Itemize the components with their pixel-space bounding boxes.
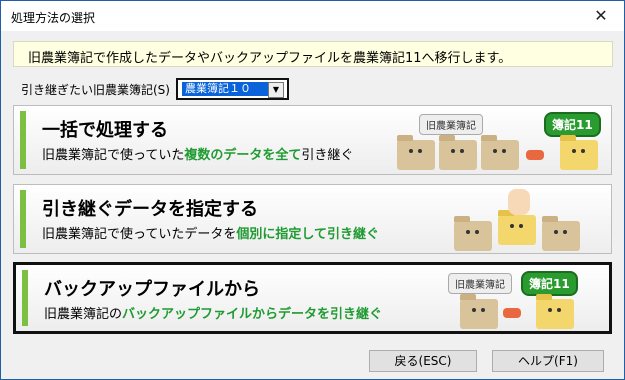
desc-highlight: 複数のデータを全て — [184, 148, 302, 163]
folder-icon — [542, 216, 580, 251]
option-description: 旧農業簿記で使っていた複数のデータを全て引き継ぐ — [42, 144, 353, 163]
option-title: 引き継ぐデータを指定する — [42, 199, 258, 220]
folder-icon — [481, 135, 519, 170]
folder-icon — [460, 294, 498, 329]
info-text: 旧農業簿記で作成したデータやバックアップファイルを農業簿記11へ移行します。 — [28, 51, 512, 66]
folder-icon — [560, 135, 598, 170]
desc-text: 旧農業簿記で使っていた — [42, 148, 185, 163]
version-select[interactable]: 農業簿記１０ ▼ — [176, 78, 289, 100]
desc-highlight: バックアップファイルからデータを引き継ぐ — [122, 307, 383, 322]
new-software-tag: 簿記11 — [544, 112, 601, 137]
old-software-tag: 旧農業簿記 — [448, 273, 512, 294]
accent-bar — [22, 270, 28, 326]
accent-bar — [20, 111, 26, 169]
option-title: 一括で処理する — [42, 120, 168, 141]
back-button[interactable]: 戻る(ESC) — [369, 350, 477, 372]
desc-text-end: 引き継ぐ — [301, 148, 354, 163]
select-label: 引き継ぎたい旧農業簿記(S) — [21, 83, 170, 97]
old-software-tag: 旧農業簿記 — [419, 114, 483, 135]
dialog-window: 処理方法の選択 ✕ 旧農業簿記で作成したデータやバックアップファイルを農業簿記1… — [0, 0, 625, 380]
desc-text: 旧農業簿記で使っていたデータを — [42, 227, 237, 242]
folder-icon — [536, 294, 574, 329]
help-button[interactable]: ヘルプ(F1) — [492, 350, 604, 372]
option-description: 旧農業簿記のバックアップファイルからデータを引き継ぐ — [44, 303, 382, 322]
select-value: 農業簿記１０ — [182, 82, 270, 96]
window-title: 処理方法の選択 — [11, 11, 96, 25]
title-bar: 処理方法の選択 ✕ — [1, 1, 624, 31]
close-icon[interactable]: ✕ — [578, 1, 624, 31]
transfer-arrow-icon — [526, 150, 544, 160]
option-from-backup[interactable]: バックアップファイルから 旧農業簿記のバックアップファイルからデータを引き継ぐ … — [13, 262, 612, 334]
folder-icon — [397, 135, 435, 170]
option-batch-process[interactable]: 一括で処理する 旧農業簿記で使っていた複数のデータを全て引き継ぐ 旧農業簿記 簿… — [13, 105, 612, 175]
folder-icon — [498, 210, 536, 245]
info-banner: 旧農業簿記で作成したデータやバックアップファイルを農業簿記11へ移行します。 — [13, 41, 613, 67]
option-description: 旧農業簿記で使っていたデータを個別に指定して引き継ぐ — [42, 223, 379, 242]
folder-icon — [439, 135, 477, 170]
hand-icon — [508, 189, 530, 215]
folder-icon — [454, 216, 492, 251]
option-title: バックアップファイルから — [44, 279, 260, 300]
chevron-down-icon[interactable]: ▼ — [268, 82, 284, 98]
desc-text: 旧農業簿記の — [44, 307, 123, 322]
option-specify-data[interactable]: 引き継ぐデータを指定する 旧農業簿記で使っていたデータを個別に指定して引き継ぐ — [13, 184, 612, 254]
new-software-tag: 簿記11 — [521, 271, 578, 296]
transfer-arrow-icon — [503, 308, 521, 318]
accent-bar — [20, 190, 26, 248]
desc-highlight: 個別に指定して引き継ぐ — [236, 227, 379, 242]
